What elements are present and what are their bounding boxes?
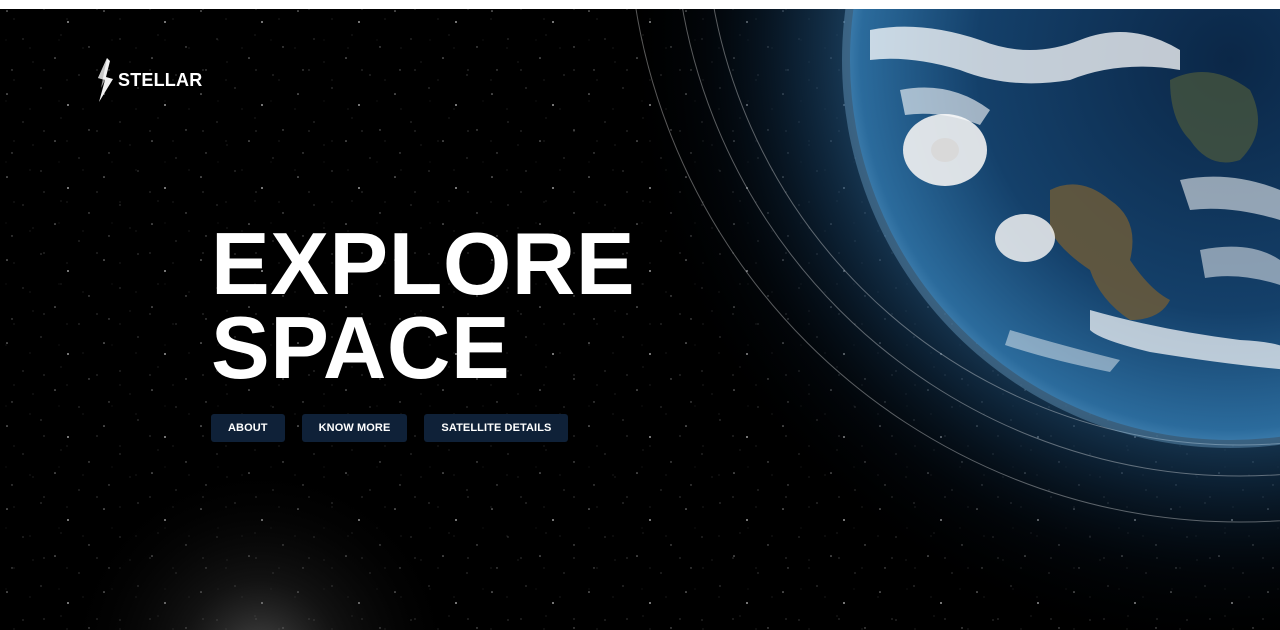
lightning-bolt-icon	[98, 58, 113, 102]
hero-section: EXPLORE SPACE	[211, 214, 636, 397]
hero-title: EXPLORE SPACE	[211, 214, 636, 397]
hero-title-line-2: SPACE	[211, 298, 511, 397]
brand-name: STELLAR	[118, 70, 203, 90]
landing-page: STELLAR EXPLORE SPACE ABOUT KNOW MORE SA…	[0, 0, 1280, 630]
about-button[interactable]: ABOUT	[211, 414, 285, 442]
hero-title-line-1: EXPLORE	[211, 214, 636, 313]
know-more-button[interactable]: KNOW MORE	[301, 414, 408, 442]
hero-buttons: ABOUT KNOW MORE SATELLITE DETAILS	[211, 414, 569, 442]
top-band	[0, 0, 1280, 9]
satellite-details-button[interactable]: SATELLITE DETAILS	[424, 414, 569, 442]
brand-logo[interactable]: STELLAR	[96, 58, 202, 102]
